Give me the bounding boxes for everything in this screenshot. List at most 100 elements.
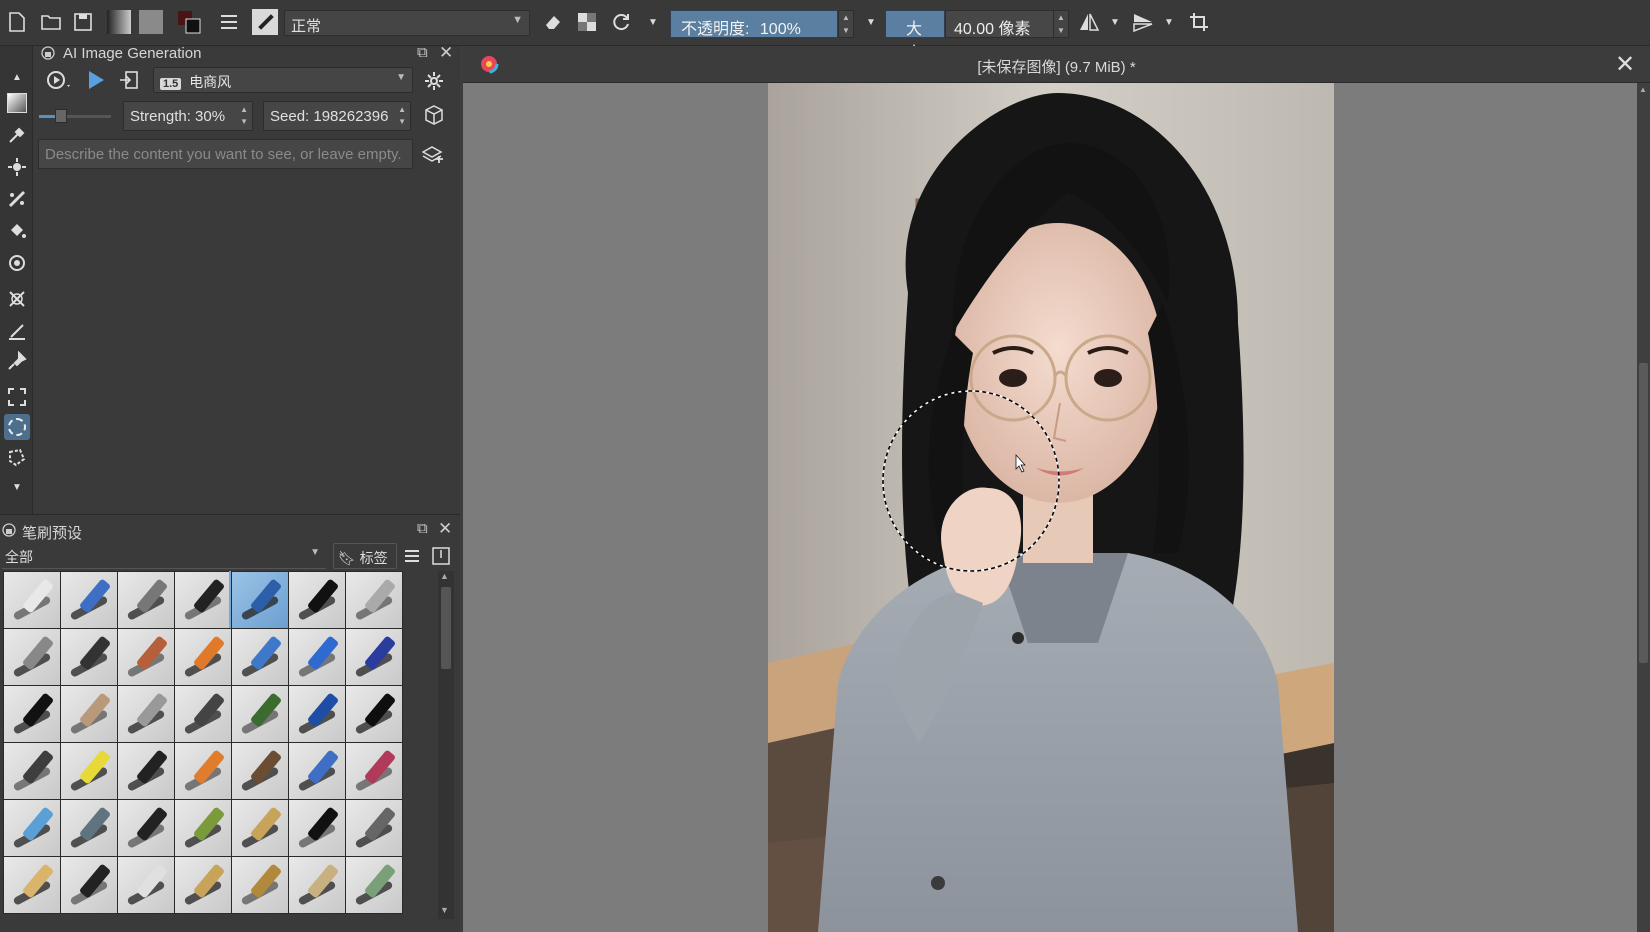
preserve-alpha-icon[interactable]	[574, 9, 600, 35]
size-spinbox[interactable]: 40.00 像素	[945, 10, 1057, 38]
transform-tool-icon[interactable]	[4, 250, 30, 276]
brush-preset-thumbnail[interactable]	[117, 685, 175, 743]
close-docker-icon[interactable]: ✕	[438, 519, 452, 539]
float-docker-icon[interactable]: ⧉	[417, 520, 428, 537]
brush-preset-thumbnail[interactable]	[345, 799, 403, 857]
add-region-icon[interactable]	[419, 140, 447, 168]
brush-preset-thumbnail[interactable]	[288, 685, 346, 743]
brush-preset-thumbnail[interactable]	[60, 685, 118, 743]
brush-preset-thumbnail[interactable]	[231, 685, 289, 743]
scroll-thumb[interactable]	[1639, 363, 1648, 663]
wrap-around-icon[interactable]	[1186, 9, 1212, 35]
size-stepper[interactable]: ▲ ▼	[1053, 10, 1069, 38]
document-tab-title[interactable]: [未保存图像] (9.7 MiB) *	[463, 56, 1650, 77]
close-docker-icon[interactable]: ✕	[439, 43, 453, 63]
brush-preset-thumbnail[interactable]	[60, 628, 118, 686]
eraser-mode-icon[interactable]	[540, 9, 566, 35]
chevron-down-icon[interactable]: ▼	[1102, 9, 1128, 35]
brush-preset-thumbnail[interactable]	[3, 685, 61, 743]
view-list-icon[interactable]	[402, 545, 422, 567]
brush-preset-thumbnail[interactable]	[117, 856, 175, 914]
brush-settings-icon[interactable]	[216, 9, 242, 35]
gradient-preset-icon[interactable]	[106, 9, 132, 35]
scroll-down-icon[interactable]: ▼	[440, 905, 449, 915]
lock-icon[interactable]	[41, 46, 57, 62]
lock-icon[interactable]	[2, 523, 18, 539]
reference-pin-icon[interactable]	[4, 348, 30, 374]
apply-result-icon[interactable]	[116, 66, 142, 94]
brush-preset-thumbnail[interactable]	[288, 799, 346, 857]
canvas-vertical-scrollbar[interactable]: ▲	[1637, 83, 1650, 932]
gradient-tool-icon[interactable]	[4, 90, 30, 116]
chevron-down-icon[interactable]: ▼	[640, 9, 666, 35]
ellipse-select-icon[interactable]	[4, 414, 30, 440]
open-folder-icon[interactable]	[38, 9, 64, 35]
brush-preset-icon[interactable]	[252, 9, 278, 35]
new-document-icon[interactable]	[4, 9, 30, 35]
prompt-input[interactable]: Describe the content you want to see, or…	[38, 139, 413, 169]
brush-preset-thumbnail[interactable]	[345, 742, 403, 800]
settings-gear-icon[interactable]	[421, 68, 447, 94]
opacity-spinbox[interactable]: 不透明度: 100%	[670, 10, 838, 38]
brush-preset-thumbnail[interactable]	[288, 856, 346, 914]
brush-preset-thumbnail[interactable]	[3, 628, 61, 686]
brush-preset-thumbnail[interactable]	[3, 742, 61, 800]
play-icon[interactable]	[83, 66, 109, 94]
color-swatch-icon[interactable]	[176, 9, 202, 35]
rect-select-icon[interactable]	[4, 384, 30, 410]
brush-preset-thumbnail[interactable]	[3, 856, 61, 914]
size-label-box[interactable]: 大小:	[885, 10, 945, 62]
brush-preset-thumbnail[interactable]	[231, 856, 289, 914]
warp-tool-icon[interactable]	[4, 286, 30, 312]
reload-preset-icon[interactable]	[608, 9, 634, 35]
measure-tool-icon[interactable]	[4, 318, 30, 344]
brush-preset-thumbnail[interactable]	[231, 742, 289, 800]
brush-preset-thumbnail[interactable]	[345, 571, 403, 629]
scroll-up-icon[interactable]: ▲	[1639, 85, 1647, 94]
brush-preset-thumbnail[interactable]	[345, 856, 403, 914]
scroll-up-icon[interactable]: ▲	[440, 571, 449, 581]
tag-filter-select[interactable]: 全部 ▼	[2, 543, 326, 569]
brush-preset-thumbnail[interactable]	[174, 571, 232, 629]
scroll-down-icon[interactable]: ▼	[4, 474, 30, 500]
brush-preset-thumbnail[interactable]	[60, 799, 118, 857]
brush-preset-thumbnail[interactable]	[60, 856, 118, 914]
seed-spinbox[interactable]: Seed: 198262396 ▲ ▼	[263, 101, 411, 131]
brush-preset-thumbnail[interactable]	[288, 628, 346, 686]
seed-stepper-icon[interactable]: ▲ ▼	[398, 104, 406, 128]
mirror-horizontal-icon[interactable]	[1076, 9, 1102, 35]
blend-mode-select[interactable]: 正常 ▼	[284, 10, 530, 36]
brush-preset-thumbnail[interactable]	[117, 742, 175, 800]
brush-preset-thumbnail[interactable]	[174, 628, 232, 686]
brush-preset-thumbnail[interactable]	[231, 799, 289, 857]
scroll-up-icon[interactable]: ▲	[4, 64, 30, 90]
opacity-stepper[interactable]: ▲ ▼	[838, 10, 854, 38]
smart-patch-icon[interactable]	[4, 154, 30, 180]
model-select[interactable]: 1.5 电商风 ▼	[153, 67, 413, 93]
polygon-select-icon[interactable]	[4, 444, 30, 470]
tag-button[interactable]: 🔖︎ 标签	[333, 543, 397, 569]
brush-preset-thumbnail[interactable]	[174, 742, 232, 800]
brush-preset-thumbnail[interactable]	[60, 742, 118, 800]
brush-preset-thumbnail[interactable]	[231, 628, 289, 686]
brush-preset-thumbnail[interactable]	[288, 571, 346, 629]
brush-preset-thumbnail[interactable]	[174, 685, 232, 743]
fill-bucket-icon[interactable]	[4, 218, 30, 244]
brush-preset-thumbnail[interactable]	[174, 799, 232, 857]
mirror-vertical-icon[interactable]	[1130, 9, 1156, 35]
brush-preset-thumbnail[interactable]	[345, 628, 403, 686]
brush-grid-scrollbar[interactable]: ▲ ▼	[438, 571, 454, 919]
brush-preset-thumbnail[interactable]	[117, 571, 175, 629]
generate-menu-icon[interactable]	[45, 66, 73, 94]
pattern-preset-icon[interactable]	[138, 9, 164, 35]
brush-preset-thumbnail[interactable]	[345, 685, 403, 743]
chevron-down-icon[interactable]: ▼	[858, 9, 884, 35]
view-mode-icon[interactable]	[430, 545, 452, 567]
scroll-thumb[interactable]	[441, 587, 451, 669]
canvas-image[interactable]	[768, 83, 1334, 932]
brush-preset-thumbnail[interactable]	[60, 571, 118, 629]
random-seed-icon[interactable]	[421, 102, 447, 128]
strength-spinbox[interactable]: Strength: 30% ▲ ▼	[123, 101, 253, 131]
chevron-down-icon[interactable]: ▼	[1156, 9, 1182, 35]
save-icon[interactable]	[70, 9, 96, 35]
